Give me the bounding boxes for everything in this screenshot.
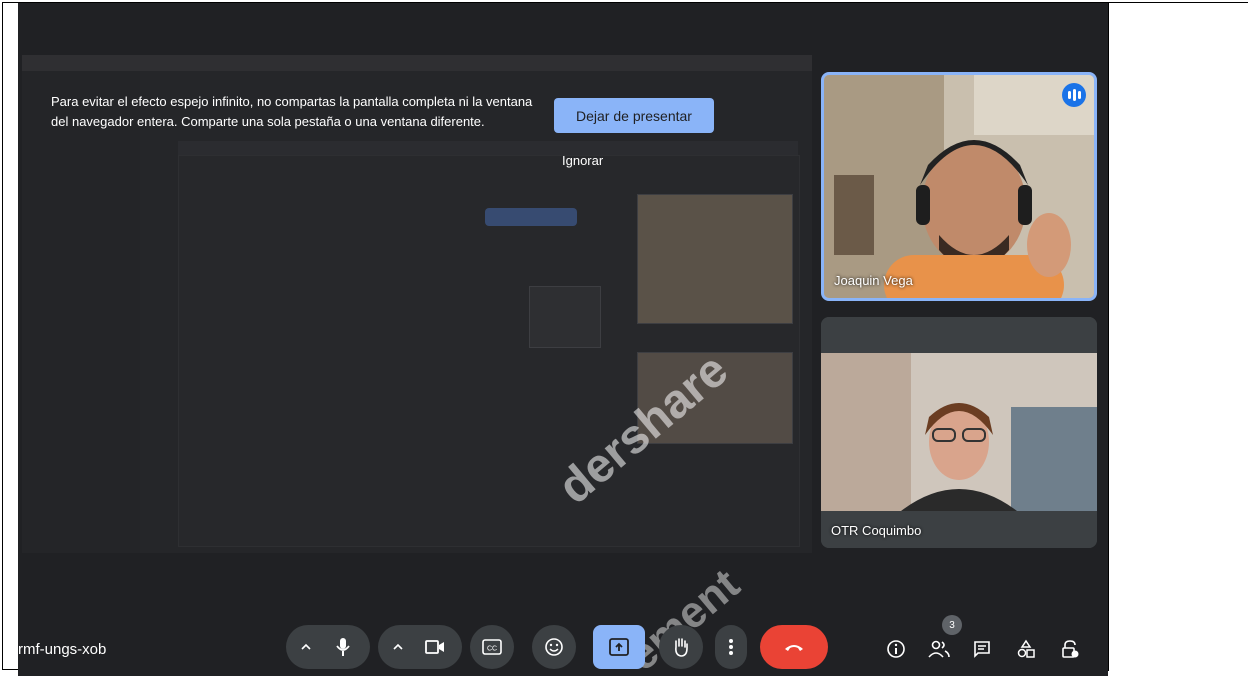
host-controls-button[interactable]: [1052, 631, 1088, 667]
hand-icon: [675, 638, 688, 657]
outer-white-margin: [1108, 3, 1250, 671]
emoji-button[interactable]: [532, 625, 576, 669]
shared-menubar: [22, 55, 812, 71]
participant-name: OTR Coquimbo: [831, 523, 922, 538]
end-call-button[interactable]: [760, 625, 828, 669]
participant-name: Joaquin Vega: [834, 273, 913, 288]
emoji-icon: [545, 638, 563, 656]
captions-button[interactable]: CC: [470, 625, 514, 669]
stop-presenting-button[interactable]: Dejar de presentar: [554, 98, 714, 133]
camera-control-group: [378, 625, 462, 669]
mic-control-group: [286, 625, 370, 669]
raise-hand-button[interactable]: [659, 625, 703, 669]
captions-icon: CC: [482, 639, 502, 655]
camera-icon[interactable]: [413, 639, 457, 655]
mic-icon[interactable]: [321, 637, 365, 657]
end-call-icon: [785, 645, 803, 651]
shared-sidebar: [22, 71, 140, 553]
svg-text:CC: CC: [487, 646, 497, 653]
participant-video-2: [821, 317, 1097, 548]
present-button[interactable]: [593, 625, 645, 669]
more-icon: [729, 639, 733, 655]
ghost-tile-3: [529, 286, 601, 348]
infinite-mirror-warning: Para evitar el efecto espejo infinito, n…: [51, 94, 533, 129]
chat-icon: [974, 641, 990, 658]
present-icon: [609, 638, 629, 656]
people-icon: [928, 640, 950, 658]
activities-button[interactable]: [1008, 631, 1044, 667]
meet-window: Para evitar el efecto espejo infinito, n…: [18, 3, 1108, 676]
ghost-tile-1: [637, 194, 793, 324]
meeting-details-button[interactable]: [878, 631, 914, 667]
people-button[interactable]: [921, 631, 957, 667]
chevron-up-icon[interactable]: [291, 641, 321, 653]
participant-tile-active[interactable]: Joaquin Vega: [821, 72, 1097, 301]
more-options-button[interactable]: [715, 625, 747, 669]
participant-video-1: [824, 75, 1094, 298]
meeting-code: rmf-ungs-xob: [18, 641, 107, 658]
participant-tile[interactable]: OTR Coquimbo: [821, 317, 1097, 548]
activities-icon: [1017, 639, 1035, 658]
speaking-indicator-icon: [1062, 83, 1086, 107]
host-controls-icon: [1062, 640, 1079, 658]
ghost-present-button: [485, 208, 577, 226]
info-icon: [887, 640, 905, 658]
ignore-button[interactable]: Ignorar: [562, 153, 603, 168]
chat-button[interactable]: [964, 631, 1000, 667]
chevron-up-icon[interactable]: [383, 641, 413, 653]
